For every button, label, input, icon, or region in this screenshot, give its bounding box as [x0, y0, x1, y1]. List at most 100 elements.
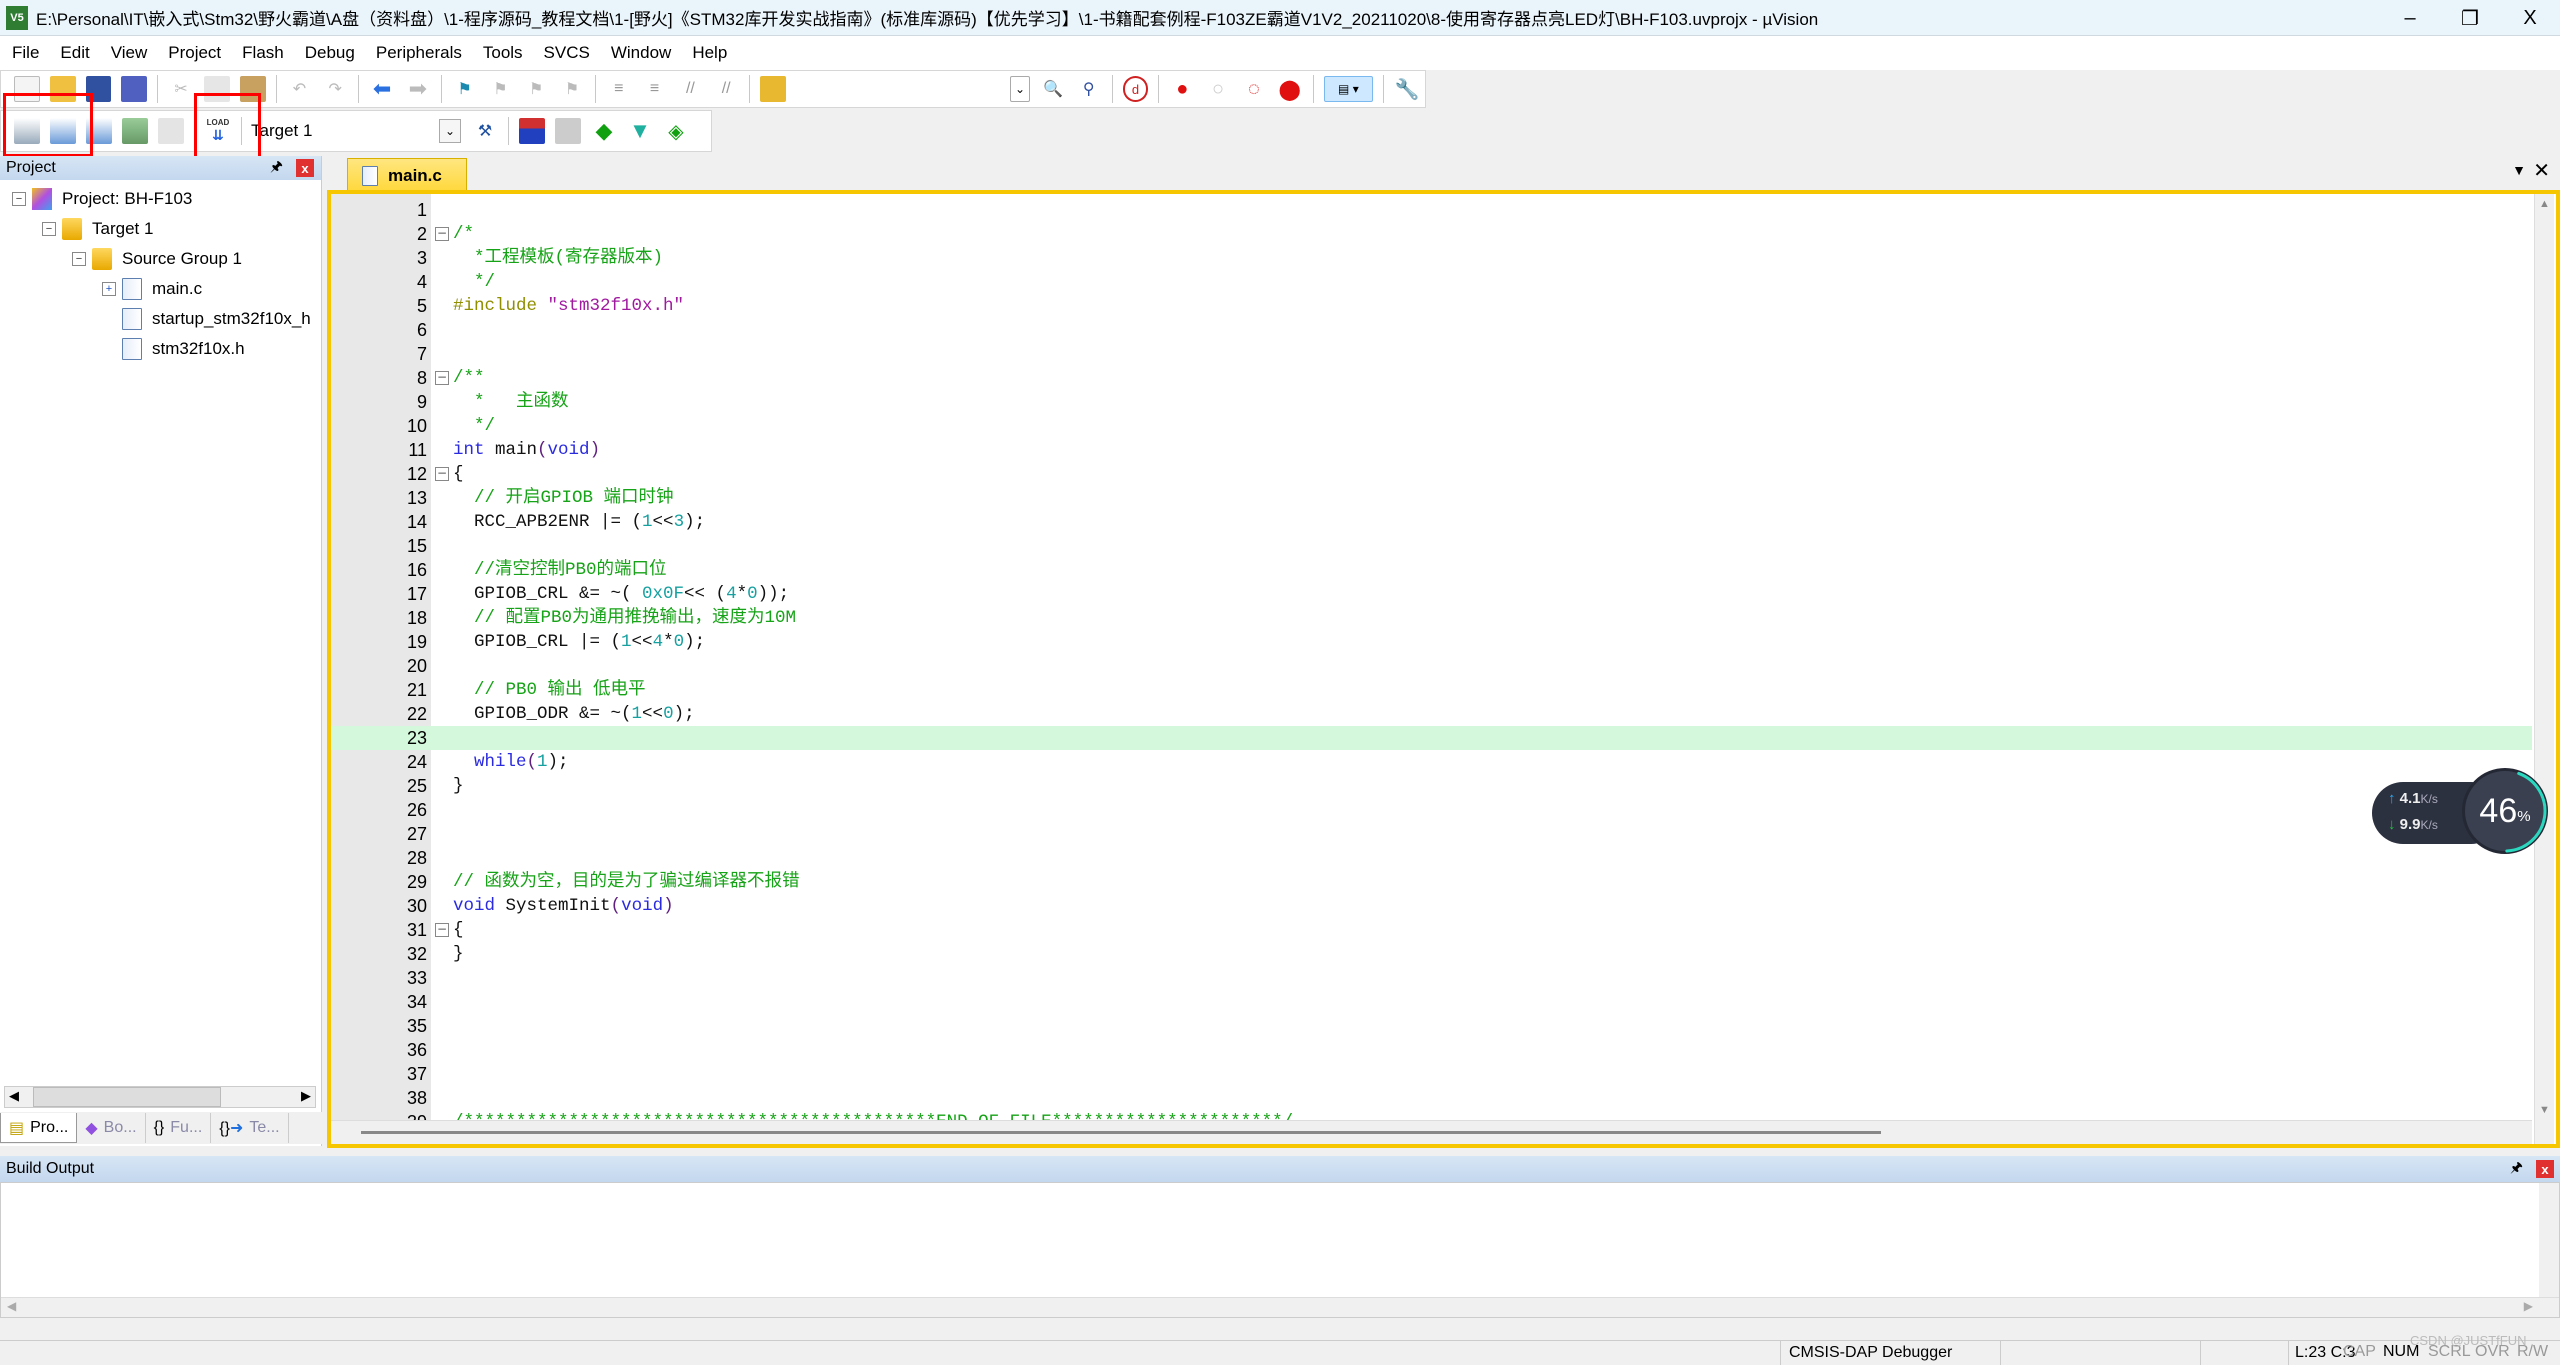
code-line[interactable]: 4 */ — [331, 270, 2532, 294]
tab-templates[interactable]: {}➜ Te... — [211, 1113, 289, 1143]
file-extensions-icon[interactable] — [519, 118, 545, 144]
tab-list-dropdown-icon[interactable]: ▼ — [2512, 162, 2526, 178]
comment-icon[interactable]: // — [677, 76, 703, 102]
code-line[interactable]: 11 int main(void) — [331, 438, 2532, 462]
menu-flash[interactable]: Flash — [242, 43, 284, 63]
code-line[interactable]: 16 //清空控制PB0的端口位 — [331, 558, 2532, 582]
debug-session-icon[interactable]: d — [1122, 76, 1149, 102]
menu-view[interactable]: View — [111, 43, 148, 63]
code-line[interactable]: 6 — [331, 318, 2532, 342]
build-output-horizontal-scrollbar[interactable]: ◀ ▶ — [1, 1297, 2559, 1317]
tab-functions[interactable]: {} Fu... — [146, 1113, 212, 1143]
scroll-left-icon[interactable]: ◀ — [7, 1299, 16, 1313]
code-line[interactable]: 26 — [331, 798, 2532, 822]
prev-bookmark-icon[interactable]: ⚑ — [488, 76, 514, 102]
build-output-vertical-scrollbar[interactable] — [2539, 1183, 2559, 1299]
collapse-icon[interactable]: − — [12, 192, 26, 206]
code-line[interactable]: 34 — [331, 990, 2532, 1014]
manage-components-icon[interactable] — [555, 118, 581, 144]
code-line[interactable]: 27 — [331, 822, 2532, 846]
editor-vertical-scrollbar[interactable]: ▲ ▼ — [2534, 194, 2554, 1144]
code-line[interactable]: 21 // PB0 输出 低电平 — [331, 678, 2532, 702]
code-line[interactable]: 24 while(1); — [331, 750, 2532, 774]
scroll-thumb[interactable] — [361, 1131, 1881, 1134]
code-line[interactable]: 20 — [331, 654, 2532, 678]
close-panel-button[interactable]: x — [296, 159, 314, 177]
bookmark-icon[interactable]: ⚑ — [452, 76, 478, 102]
clear-bookmarks-icon[interactable]: ⚑ — [559, 76, 585, 102]
fold-toggle-icon[interactable]: − — [435, 227, 449, 241]
expand-icon[interactable]: + — [102, 282, 116, 296]
code-line[interactable]: 28 — [331, 846, 2532, 870]
tab-main-c[interactable]: main.c — [347, 158, 467, 192]
tree-file-header[interactable]: stm32f10x.h — [122, 338, 245, 360]
code-line[interactable]: 35 — [331, 1014, 2532, 1038]
build-output-area[interactable]: ◀ ▶ — [0, 1182, 2560, 1318]
collapse-icon[interactable]: − — [42, 222, 56, 236]
code-line[interactable]: 25} — [331, 774, 2532, 798]
save-all-icon[interactable] — [121, 76, 148, 102]
menu-help[interactable]: Help — [692, 43, 727, 63]
disable-all-breakpoints-icon[interactable]: ◌ — [1241, 76, 1267, 102]
code-line[interactable]: 7 — [331, 342, 2532, 366]
code-line[interactable]: 18 // 配置PB0为通用推挽输出，速度为10M — [331, 606, 2532, 630]
next-bookmark-icon[interactable]: ⚑ — [523, 76, 549, 102]
fold-toggle-icon[interactable]: − — [435, 467, 449, 481]
fold-toggle-icon[interactable]: − — [435, 371, 449, 385]
code-line[interactable]: 38 — [331, 1086, 2532, 1110]
find-dropdown-icon[interactable]: ⌄ — [1010, 76, 1031, 102]
stop-build-icon[interactable] — [158, 118, 184, 144]
code-line[interactable]: 37 — [331, 1062, 2532, 1086]
code-line[interactable]: 23 — [331, 726, 2532, 750]
find-in-files-icon[interactable] — [760, 76, 786, 102]
code-line[interactable]: 31−{ — [331, 918, 2532, 942]
scroll-left-icon[interactable]: ◀ — [9, 1088, 19, 1104]
indent-icon[interactable]: ≡ — [606, 76, 632, 102]
menu-tools[interactable]: Tools — [483, 43, 523, 63]
run-time-environment-icon[interactable]: ◈ — [663, 118, 689, 144]
close-build-output-button[interactable]: x — [2536, 1160, 2554, 1178]
target-select[interactable]: Target 1 ⌄ — [247, 117, 461, 145]
select-packs-icon[interactable]: ◆ — [591, 118, 617, 144]
collapse-icon[interactable]: − — [72, 252, 86, 266]
navigate-forward-icon[interactable]: ➡ — [405, 76, 431, 102]
code-line[interactable]: 29 // 函数为空，目的是为了骗过编译器不报错 — [331, 870, 2532, 894]
scroll-down-icon[interactable]: ▼ — [2539, 1104, 2550, 1116]
fold-toggle-icon[interactable]: − — [435, 923, 449, 937]
code-line[interactable]: 3 *工程模板(寄存器版本) — [331, 246, 2532, 270]
tree-target[interactable]: − Target 1 — [42, 218, 153, 240]
disable-breakpoint-icon[interactable]: ○ — [1205, 76, 1231, 102]
minimize-button[interactable]: – — [2380, 0, 2440, 36]
configure-icon[interactable]: 🔧 — [1394, 76, 1420, 102]
tree-project[interactable]: − Project: BH-F103 — [12, 188, 192, 210]
redo-icon[interactable]: ↷ — [322, 76, 348, 102]
code-line[interactable]: 15 — [331, 534, 2532, 558]
code-line[interactable]: 10 */ — [331, 414, 2532, 438]
code-line[interactable]: 13 // 开启GPIOB 端口时钟 — [331, 486, 2532, 510]
target-options-icon[interactable]: ⚒ — [472, 118, 498, 144]
cut-icon[interactable]: ✂ — [168, 76, 194, 102]
code-line[interactable]: 12−{ — [331, 462, 2532, 486]
menu-project[interactable]: Project — [168, 43, 221, 63]
menu-file[interactable]: File — [12, 43, 39, 63]
batch-build-icon[interactable] — [122, 118, 148, 144]
chevron-down-icon[interactable]: ⌄ — [439, 119, 461, 143]
pin-icon[interactable]: 🖈 — [270, 156, 283, 180]
code-line[interactable]: 1 — [331, 198, 2532, 222]
navigate-back-icon[interactable]: ⬅ — [369, 76, 395, 102]
menu-debug[interactable]: Debug — [305, 43, 355, 63]
find-icon[interactable]: 🔍 — [1040, 76, 1066, 102]
code-line[interactable]: 14 RCC_APB2ENR |= (1<<3); — [331, 510, 2532, 534]
code-editor[interactable]: 1 2−/* 3 *工程模板(寄存器版本) 4 */5 #include "stm32f… — [327, 190, 2560, 1148]
code-line[interactable]: 19 GPIOB_CRL |= (1<<4*0); — [331, 630, 2532, 654]
incremental-find-icon[interactable]: ⚲ — [1076, 76, 1102, 102]
undo-icon[interactable]: ↶ — [287, 76, 313, 102]
tab-project[interactable]: ▤ Pro... — [0, 1113, 78, 1143]
code-line[interactable]: 36 — [331, 1038, 2532, 1062]
code-line[interactable]: 32} — [331, 942, 2532, 966]
tree-file-startup[interactable]: startup_stm32f10x_h — [122, 308, 318, 330]
restore-button[interactable]: ❐ — [2440, 0, 2500, 36]
breakpoint-icon[interactable]: ● — [1169, 76, 1195, 102]
code-line[interactable]: 8−/** — [331, 366, 2532, 390]
code-line[interactable]: 30 void SystemInit(void) — [331, 894, 2532, 918]
